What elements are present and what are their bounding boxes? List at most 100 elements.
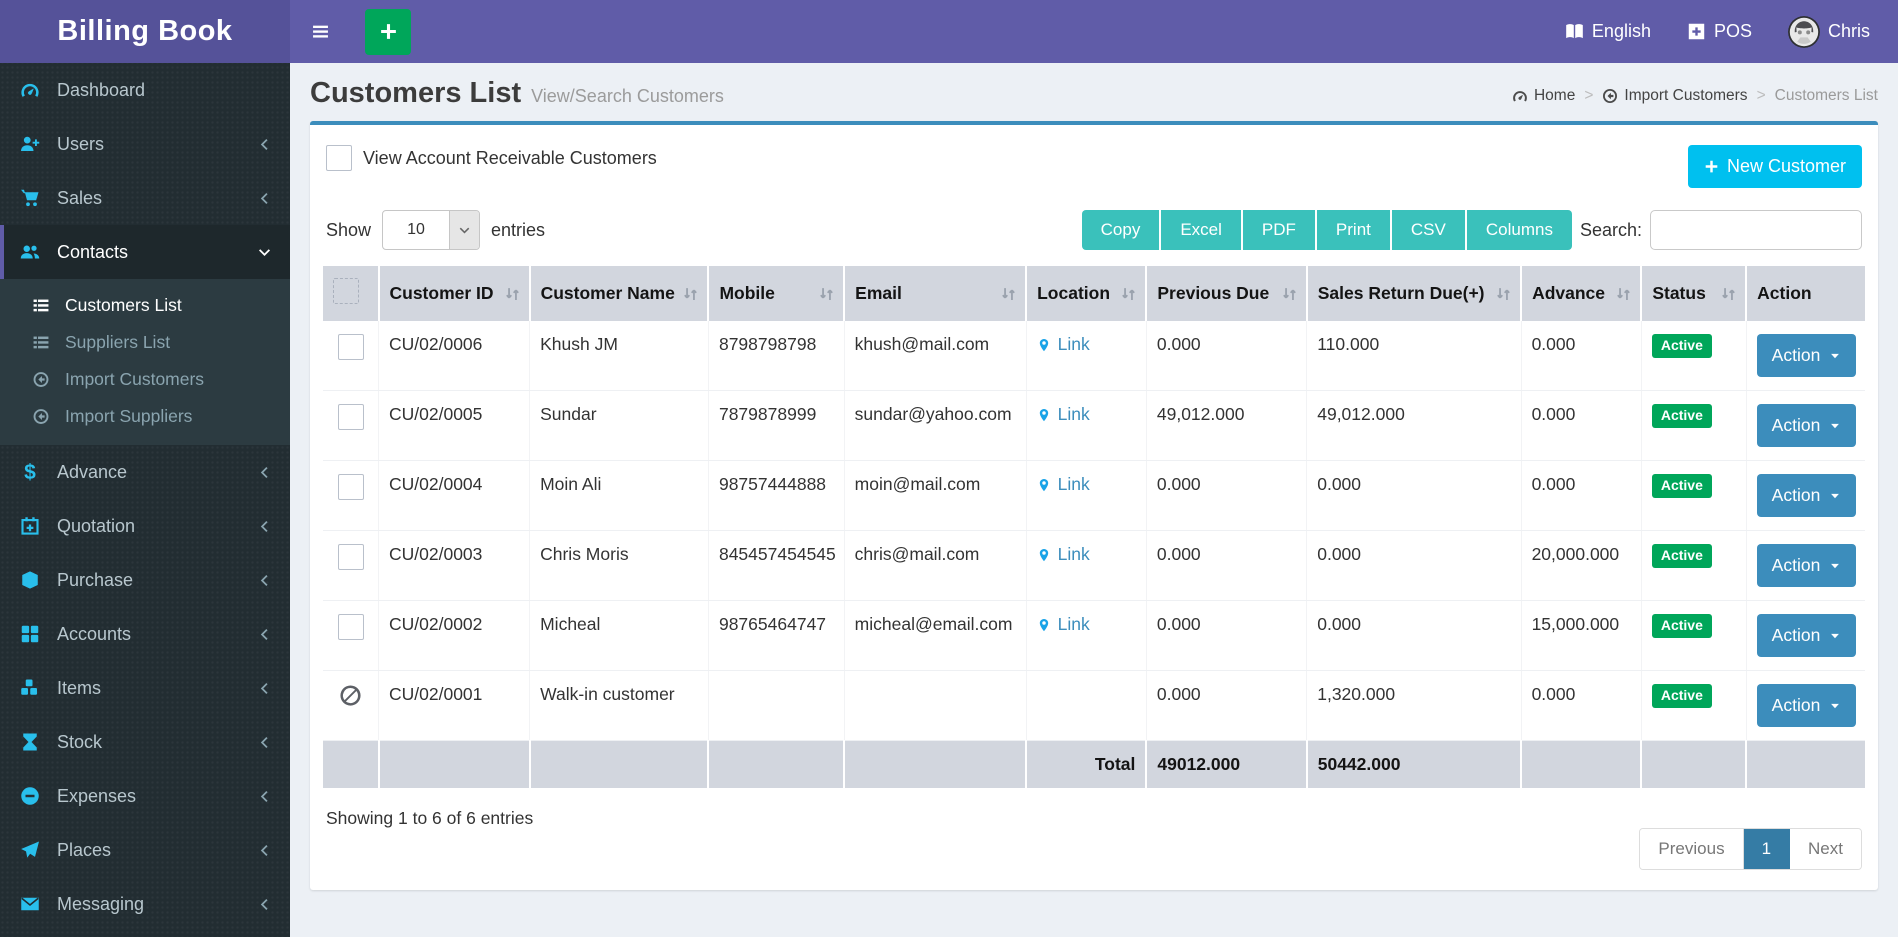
print-export-button[interactable]: Print: [1317, 210, 1390, 250]
cell-sales-return-due: 0.000: [1307, 531, 1521, 601]
action-button[interactable]: Action: [1757, 404, 1857, 447]
cell-select: [323, 391, 379, 461]
columns-export-button[interactable]: Columns: [1467, 210, 1572, 250]
column-header-status[interactable]: Status: [1641, 266, 1746, 321]
sidebar-item-expenses[interactable]: Expenses: [0, 769, 290, 823]
sort-icon: [681, 284, 700, 303]
sidebar-item-stock[interactable]: Stock: [0, 715, 290, 769]
app-title: Billing Book: [57, 15, 232, 48]
sidebar-subitem-import-customers[interactable]: Import Customers: [0, 361, 290, 398]
location-link[interactable]: Link: [1037, 614, 1090, 635]
pdf-export-button[interactable]: PDF: [1243, 210, 1315, 250]
cell-previous-due: 0.000: [1146, 531, 1306, 601]
column-header-mobile[interactable]: Mobile: [708, 266, 844, 321]
customers-box: View Account Receivable Customers New Cu…: [310, 121, 1878, 890]
cell-customer-name: Moin Ali: [530, 461, 709, 531]
plus-icon: [379, 22, 398, 41]
cell-previous-due: 0.000: [1146, 321, 1306, 391]
content: View Account Receivable Customers New Cu…: [290, 121, 1898, 890]
row-select-checkbox[interactable]: [338, 614, 364, 640]
user-menu[interactable]: Chris: [1788, 16, 1870, 48]
sidebar-item-advance[interactable]: $Advance: [0, 445, 290, 499]
sidebar-subitem-import-suppliers[interactable]: Import Suppliers: [0, 398, 290, 435]
page-heading: Customers ListView/Search Customers: [310, 77, 724, 110]
pagination-previous[interactable]: Previous: [1640, 829, 1743, 869]
action-button-label: Action: [1772, 345, 1821, 366]
new-customer-button[interactable]: New Customer: [1688, 145, 1862, 188]
location-link[interactable]: Link: [1037, 544, 1090, 565]
sidebar-subitem-suppliers-list[interactable]: Suppliers List: [0, 324, 290, 361]
action-button[interactable]: Action: [1757, 474, 1857, 517]
cell-status: Active: [1641, 461, 1746, 531]
excel-export-button[interactable]: Excel: [1161, 210, 1241, 250]
sidebar-toggle-button[interactable]: [290, 0, 351, 63]
user-name: Chris: [1828, 21, 1870, 42]
column-header-location[interactable]: Location: [1026, 266, 1146, 321]
cell-location: Link: [1026, 601, 1146, 671]
select-all-checkbox[interactable]: [333, 278, 359, 304]
page-size-select[interactable]: 10: [382, 210, 480, 250]
sidebar-subitem-customers-list[interactable]: Customers List: [0, 287, 290, 324]
app-root: Billing Book DashboardUsersSalesContacts…: [0, 0, 1898, 937]
action-button[interactable]: Action: [1757, 334, 1857, 377]
breadcrumb-home[interactable]: Home: [1512, 87, 1575, 105]
receivable-filter: View Account Receivable Customers: [326, 145, 657, 171]
cell-status: Active: [1641, 391, 1746, 461]
location-link[interactable]: Link: [1037, 334, 1090, 355]
contacts-icon: [18, 242, 42, 262]
showing-entries-text: Showing 1 to 6 of 6 entries: [326, 804, 533, 829]
sidebar-item-places[interactable]: Places: [0, 823, 290, 877]
sidebar-item-purchase[interactable]: Purchase: [0, 553, 290, 607]
sidebar-item-quotation[interactable]: Quotation: [0, 499, 290, 553]
cell-status: Active: [1641, 321, 1746, 391]
breadcrumb-label: Home: [1534, 87, 1575, 105]
column-header-previous-due[interactable]: Previous Due: [1146, 266, 1306, 321]
search-input[interactable]: [1650, 210, 1862, 250]
pagination-next[interactable]: Next: [1790, 829, 1861, 869]
action-button[interactable]: Action: [1757, 614, 1857, 657]
row-select-checkbox[interactable]: [338, 334, 364, 360]
sidebar-item-sales[interactable]: Sales: [0, 171, 290, 225]
quick-add-button[interactable]: [365, 9, 411, 55]
copy-export-button[interactable]: Copy: [1082, 210, 1160, 250]
csv-export-button[interactable]: CSV: [1392, 210, 1465, 250]
cell-action: Action: [1746, 601, 1865, 671]
sort-icon: [1494, 284, 1513, 303]
cell-previous-due: 0.000: [1146, 671, 1306, 741]
pin-icon: [1037, 616, 1051, 634]
action-button-label: Action: [1772, 415, 1821, 436]
sidebar-item-accounts[interactable]: Accounts: [0, 607, 290, 661]
column-header-email[interactable]: Email: [844, 266, 1026, 321]
sidebar-item-contacts[interactable]: Contacts: [0, 225, 290, 279]
sidebar-item-dashboard[interactable]: Dashboard: [0, 63, 290, 117]
sidebar-item-items[interactable]: Items: [0, 661, 290, 715]
show-label: Show: [326, 220, 371, 241]
search-control: Search:: [1580, 210, 1862, 250]
row-select-checkbox[interactable]: [338, 404, 364, 430]
location-link[interactable]: Link: [1037, 404, 1090, 425]
column-header-sales-return-due[interactable]: Sales Return Due(+): [1307, 266, 1521, 321]
action-button[interactable]: Action: [1757, 544, 1857, 587]
receivable-checkbox[interactable]: [326, 145, 352, 171]
breadcrumb-import-customers[interactable]: Import Customers: [1602, 87, 1747, 105]
sidebar-item-users[interactable]: Users: [0, 117, 290, 171]
location-link[interactable]: Link: [1037, 474, 1090, 495]
pos-button[interactable]: POS: [1687, 21, 1752, 42]
row-select-checkbox[interactable]: [338, 474, 364, 500]
sidebar-item-label: Stock: [57, 732, 102, 753]
main-area: English POS Chris Customers ListView/Sea…: [290, 0, 1898, 937]
cell-status: Active: [1641, 531, 1746, 601]
cell-sales-return-due: 0.000: [1307, 601, 1521, 671]
pagination-page-1[interactable]: 1: [1744, 829, 1790, 869]
sidebar-item-messaging[interactable]: Messaging: [0, 877, 290, 931]
column-header-advance[interactable]: Advance: [1521, 266, 1641, 321]
column-header-customer-name[interactable]: Customer Name: [530, 266, 709, 321]
column-header-customer-id[interactable]: Customer ID: [379, 266, 530, 321]
action-button[interactable]: Action: [1757, 684, 1857, 727]
quotation-icon: [18, 516, 42, 536]
app-logo[interactable]: Billing Book: [0, 0, 290, 63]
row-select-checkbox[interactable]: [338, 544, 364, 570]
table-foot: Total 49012.000 50442.000: [323, 741, 1865, 789]
cell-customer-id: CU/02/0002: [379, 601, 530, 671]
language-menu[interactable]: English: [1565, 21, 1651, 42]
